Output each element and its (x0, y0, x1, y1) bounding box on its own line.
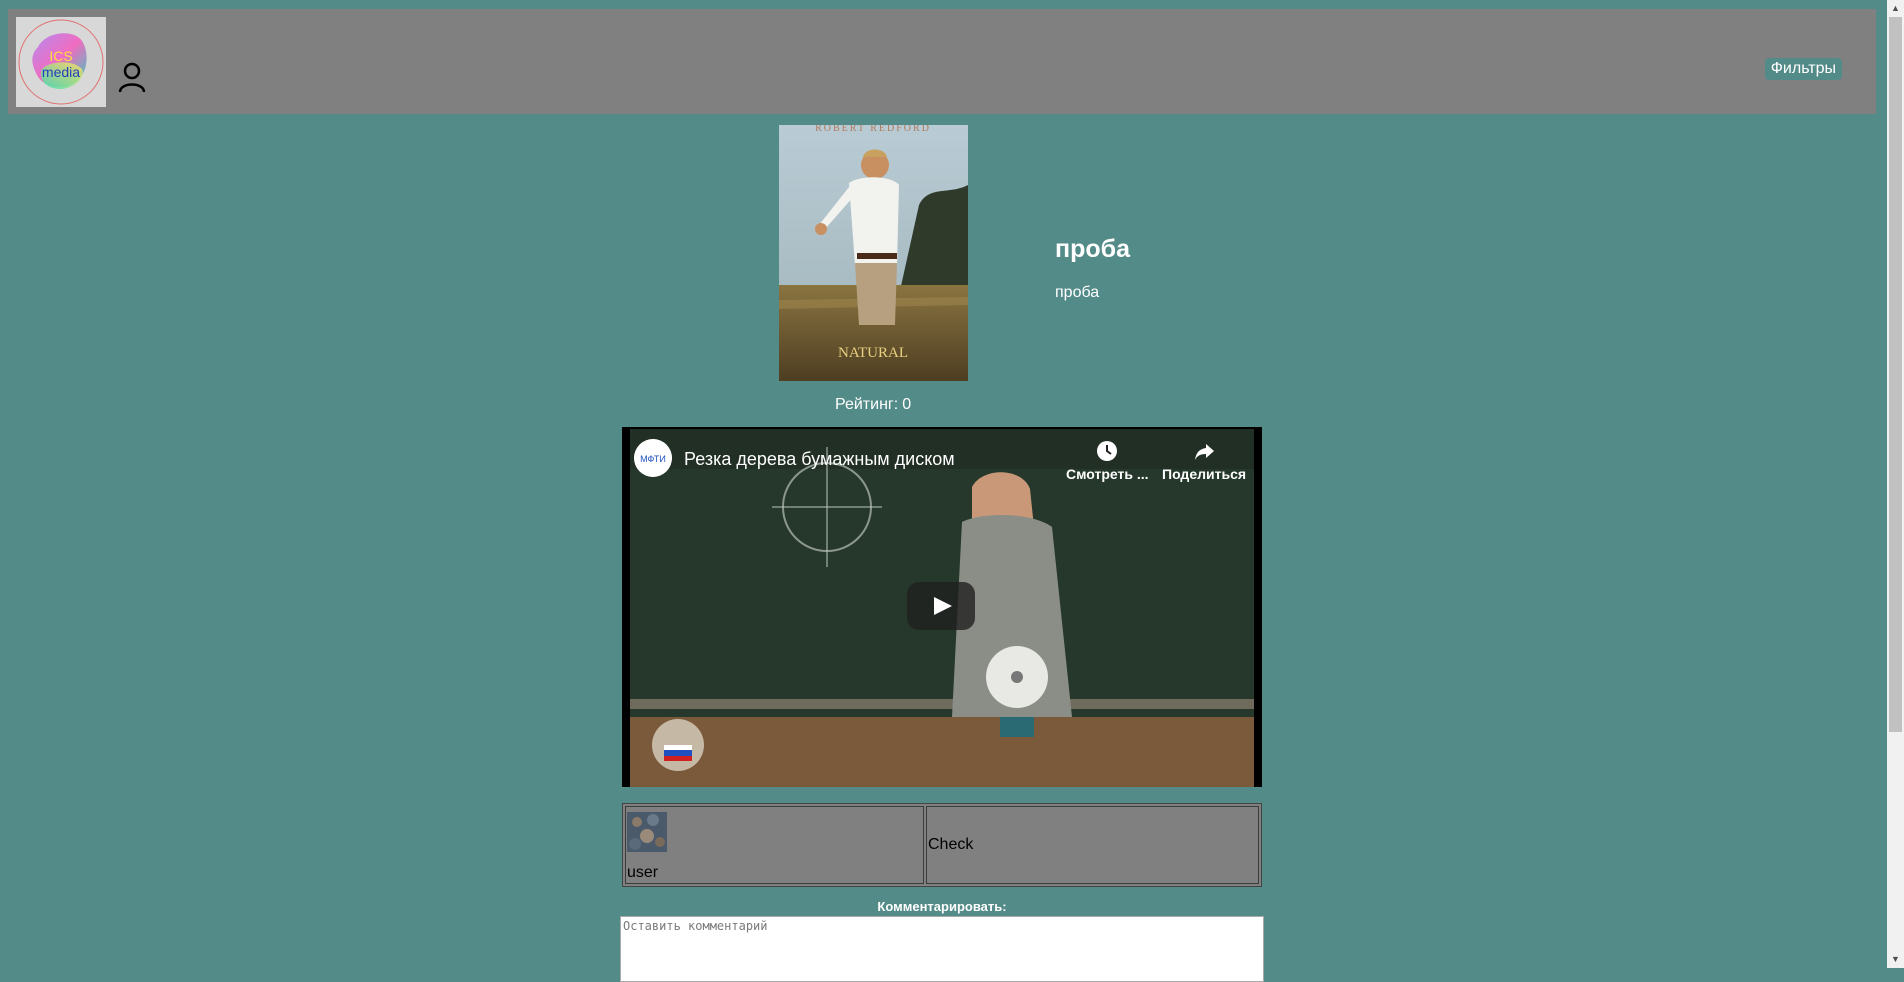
poster-title-text: NATURAL (838, 345, 908, 361)
scroll-thumb[interactable] (1889, 17, 1902, 732)
comment-author-cell: user (625, 806, 924, 884)
clock-icon (1097, 441, 1118, 461)
video-player[interactable]: МФТИ Резка дерева бумажным диском Смотре… (622, 427, 1262, 787)
page-scrollbar[interactable]: ▲ ▼ (1887, 0, 1904, 968)
scroll-down-arrow-icon[interactable]: ▼ (1887, 951, 1904, 968)
comment-text: Check (928, 836, 974, 853)
site-header: ICS media Фильтры (8, 9, 1876, 114)
site-logo[interactable]: ICS media (16, 17, 106, 107)
user-profile-icon[interactable] (118, 61, 146, 93)
movie-description: проба (1055, 284, 1100, 301)
table-row: user Check (625, 806, 1259, 884)
channel-avatar-text: МФТИ (640, 454, 666, 464)
play-icon (934, 597, 952, 615)
rating-label: Рейтинг: (835, 396, 899, 413)
channel-avatar[interactable]: МФТИ (634, 439, 672, 477)
comments-table: user Check (622, 803, 1262, 887)
scroll-up-arrow-icon[interactable]: ▲ (1887, 0, 1904, 17)
comment-author: user (627, 864, 659, 881)
rating-value: 0 (902, 396, 912, 413)
watch-later-label: Смотреть ... (1066, 466, 1149, 482)
avatar (627, 812, 667, 852)
video-title[interactable]: Резка дерева бумажным диском (684, 449, 955, 470)
rating: Рейтинг: 0 (835, 396, 911, 414)
play-button[interactable] (907, 582, 975, 630)
comment-input[interactable] (620, 916, 1264, 982)
logo-graphic: ICS media (18, 19, 104, 105)
movie-poster: ROBERT REDFORD NATURAL (779, 125, 968, 381)
logo-text-top: ICS (49, 48, 72, 64)
watch-later-button[interactable]: Смотреть ... (1066, 439, 1149, 482)
share-label: Поделиться (1162, 466, 1247, 482)
filters-button[interactable]: Фильтры (1764, 58, 1842, 80)
share-icon (1195, 444, 1215, 460)
poster-top-text: ROBERT REDFORD (815, 125, 931, 134)
movie-title: проба (1055, 235, 1130, 263)
logo-text-bottom: media (42, 64, 80, 80)
comment-text-cell: Check (926, 806, 1259, 884)
comment-form-label: Комментарировать: (877, 899, 1007, 914)
share-button[interactable]: Поделиться (1162, 439, 1246, 482)
